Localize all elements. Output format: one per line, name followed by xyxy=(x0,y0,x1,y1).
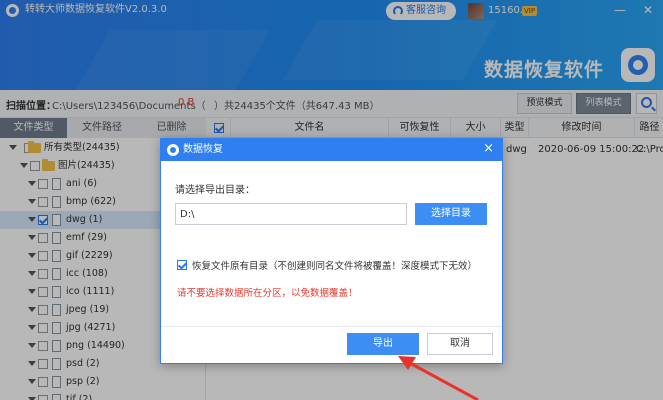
choose-directory-button[interactable]: 选择目录 xyxy=(415,203,487,225)
dialog-title: 数据恢复 xyxy=(183,144,223,155)
export-path-input[interactable] xyxy=(175,203,407,225)
dialog-title-bar: 数据恢复 × xyxy=(161,139,502,161)
keep-directory-label[interactable]: 恢复文件原有目录（不创建则同名文件将被覆盖！深度模式下无效） xyxy=(192,258,477,272)
warning-text: 请不要选择数据所在分区，以免数据覆盖！ xyxy=(177,288,358,299)
recovery-dialog: 数据恢复 × 请选择导出目录： 选择目录 恢复文件原有目录（不创建则同名文件将被… xyxy=(160,138,503,364)
close-icon[interactable]: × xyxy=(483,141,494,157)
export-button[interactable]: 导出 xyxy=(347,333,419,355)
divider xyxy=(161,326,502,327)
cancel-button[interactable]: 取消 xyxy=(427,333,493,355)
export-dir-prompt: 请选择导出目录： xyxy=(175,185,255,196)
keep-directory-checkbox[interactable] xyxy=(177,260,187,270)
app-logo-icon xyxy=(167,144,179,156)
